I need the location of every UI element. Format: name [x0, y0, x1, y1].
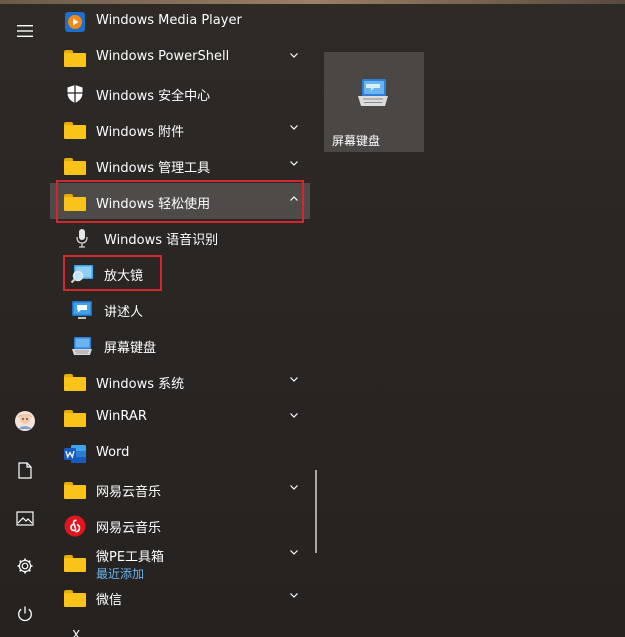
list-item-label: Windows 管理工具	[96, 161, 211, 176]
power-icon[interactable]	[5, 594, 45, 634]
list-item-label: Windows 轻松使用	[96, 197, 211, 212]
list-item-label: 屏幕键盘	[104, 341, 157, 356]
folder-icon	[63, 408, 87, 428]
chevron-up-icon	[290, 196, 298, 201]
chevron-down-icon	[290, 161, 298, 166]
word-icon	[63, 444, 87, 464]
folder-icon	[63, 372, 87, 392]
list-item-label: Windows 附件	[96, 125, 185, 140]
list-item-accessories-folder[interactable]: Windows 附件	[50, 111, 310, 147]
folder-icon	[63, 553, 87, 573]
list-item-label: Windows 系统	[96, 377, 185, 392]
folder-icon	[63, 48, 87, 68]
keyboard-icon	[356, 78, 390, 112]
chevron-down-icon	[290, 377, 298, 382]
chevron-down-icon	[290, 593, 298, 598]
list-item-speech-recognition[interactable]: Windows 语音识别	[50, 219, 310, 255]
list-item-narrator[interactable]: 讲述人	[50, 291, 310, 327]
folder-icon	[63, 588, 87, 608]
list-item-label: 微信	[96, 593, 123, 608]
settings-gear-icon[interactable]	[5, 546, 45, 586]
folder-icon	[63, 156, 87, 176]
list-item-label: WinRAR	[96, 409, 147, 424]
list-item-label: 放大镜	[104, 269, 144, 284]
list-item-label: Word	[96, 445, 130, 460]
list-item-word[interactable]: Word	[50, 435, 310, 471]
keyboard-icon	[70, 336, 94, 356]
folder-icon	[63, 480, 87, 500]
menu-icon[interactable]	[5, 11, 45, 51]
list-item-label: 微PE工具箱	[96, 550, 165, 565]
chevron-down-icon	[290, 125, 298, 130]
narrator-icon	[70, 300, 94, 320]
list-item-media-player[interactable]: Windows Media Player	[50, 3, 310, 39]
list-item-system-folder[interactable]: Windows 系统	[50, 363, 310, 399]
chevron-down-icon	[290, 413, 298, 418]
scrollbar[interactable]	[315, 470, 317, 553]
tile-label: 屏幕键盘	[332, 134, 381, 148]
media-player-icon	[63, 12, 87, 32]
tile-on-screen-keyboard[interactable]: 屏幕键盘	[324, 52, 424, 152]
list-item-label: Windows 安全中心	[96, 89, 211, 104]
list-item-security[interactable]: Windows 安全中心	[50, 75, 310, 111]
list-item-label: 网易云音乐	[96, 521, 162, 536]
list-item-netease-music-folder[interactable]: 网易云音乐	[50, 471, 310, 507]
list-item-netease-music-app[interactable]: 网易云音乐	[50, 507, 310, 543]
shield-icon	[63, 84, 87, 104]
list-item-wepe-folder[interactable]: 微PE工具箱 最近添加	[50, 543, 310, 581]
list-item-ease-of-access-folder[interactable]: Windows 轻松使用	[50, 183, 310, 219]
magnifier-icon	[70, 264, 94, 284]
list-item-label: Windows Media Player	[96, 13, 242, 28]
list-item-label: Windows 语音识别	[104, 233, 219, 248]
microphone-icon	[70, 228, 94, 248]
section-header-x[interactable]: X	[50, 620, 310, 637]
user-avatar-icon[interactable]	[5, 401, 45, 441]
folder-icon	[63, 120, 87, 140]
list-item-powershell-folder[interactable]: Windows PowerShell	[50, 39, 310, 75]
list-item-label: Windows PowerShell	[96, 49, 230, 64]
list-item-label: 网易云音乐	[96, 485, 162, 500]
list-item-winrar-folder[interactable]: WinRAR	[50, 399, 310, 435]
documents-icon[interactable]	[5, 450, 45, 490]
list-item-label: 讲述人	[104, 305, 144, 320]
netease-music-icon	[63, 515, 87, 537]
list-item-wechat-folder[interactable]: 微信	[50, 579, 310, 615]
start-rail	[0, 0, 50, 637]
chevron-down-icon	[290, 485, 298, 490]
list-item-admin-tools-folder[interactable]: Windows 管理工具	[50, 147, 310, 183]
list-item-on-screen-keyboard[interactable]: 屏幕键盘	[50, 327, 310, 363]
section-letter: X	[72, 628, 81, 637]
list-item-magnifier[interactable]: 放大镜	[50, 255, 310, 291]
pictures-icon[interactable]	[5, 498, 45, 538]
chevron-down-icon	[290, 53, 298, 58]
app-list: Windows Media Player Windows PowerShell …	[50, 0, 310, 637]
folder-icon	[63, 192, 87, 212]
chevron-down-icon	[290, 550, 298, 555]
